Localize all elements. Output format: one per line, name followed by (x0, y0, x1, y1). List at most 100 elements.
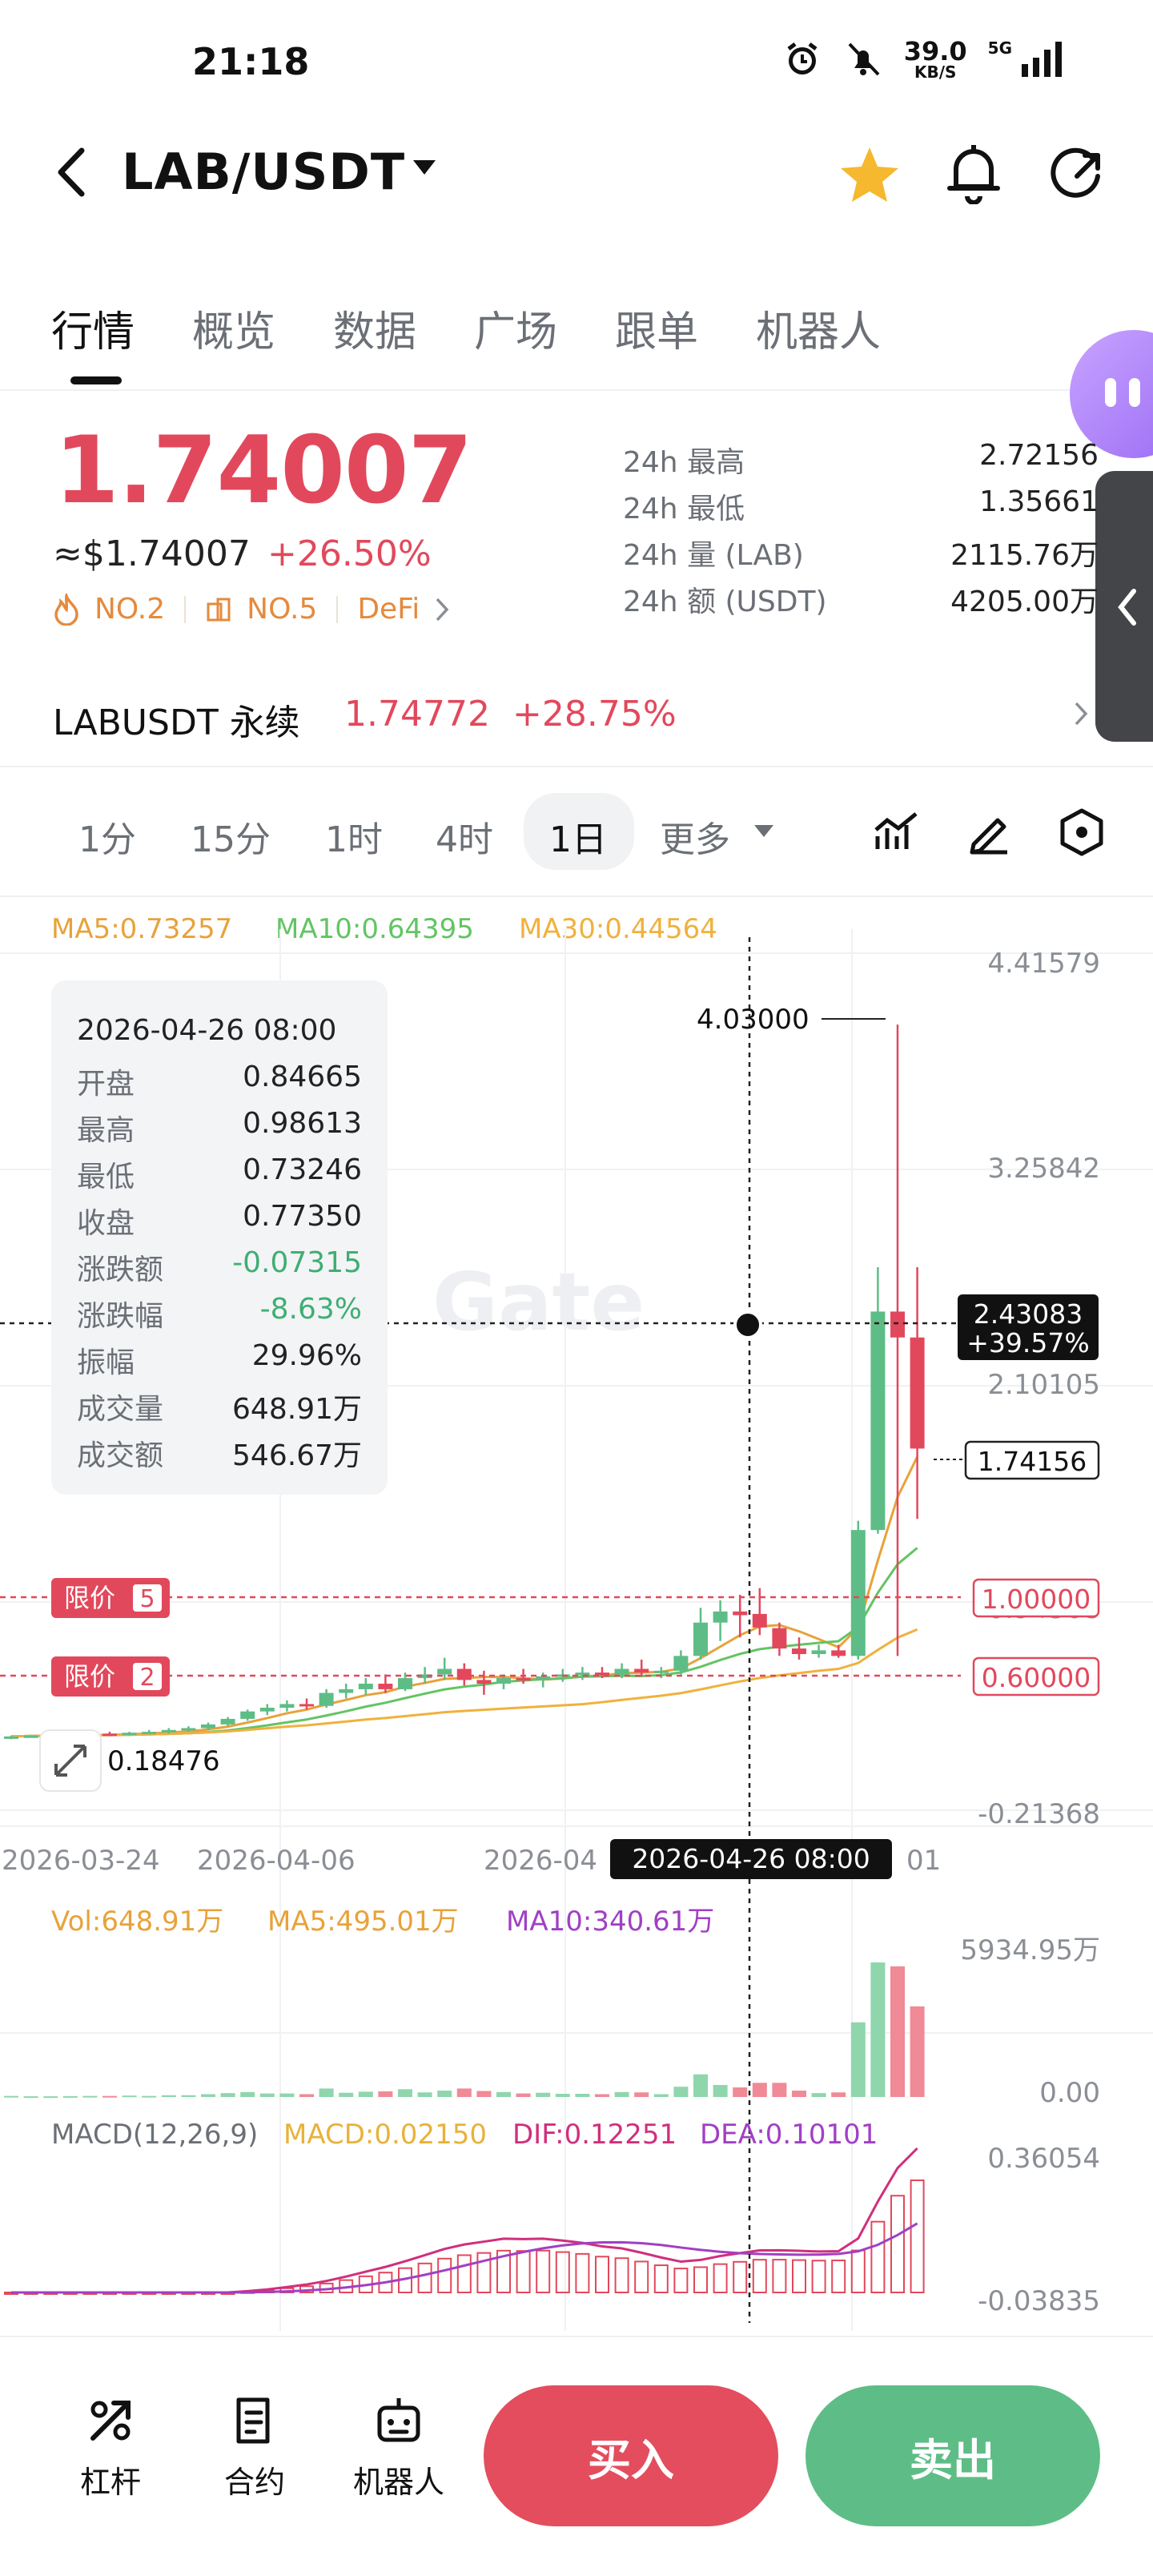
candle-body (319, 1693, 334, 1706)
status-time: 21:18 (192, 40, 310, 83)
chevron-left-icon (1118, 589, 1136, 626)
candle-body (575, 1672, 590, 1676)
tooltip-value: 0.77350 (243, 1200, 362, 1233)
macd-bar (516, 2250, 531, 2294)
volume-bar (161, 2095, 176, 2097)
date-axis-label: 2026-04 (484, 1845, 597, 1877)
interval-1d[interactable]: 1日 (549, 811, 607, 862)
volume-bar (890, 1966, 905, 2097)
candle-body (850, 1530, 866, 1656)
tab-active-indicator (70, 376, 122, 384)
volume-bar (102, 2095, 117, 2098)
settings-hexagon-icon[interactable] (1059, 807, 1105, 857)
nav-label: 杠杆 (79, 2465, 141, 2500)
star-icon[interactable] (838, 143, 902, 207)
pair-title[interactable]: LAB/USDT (122, 143, 405, 201)
volume-bar (772, 2083, 787, 2097)
interval-15m[interactable]: 15分 (191, 811, 271, 862)
macd-bar (792, 2259, 806, 2294)
volume-bar (575, 2094, 590, 2097)
volume-bar (910, 2006, 925, 2097)
draw-pen-icon[interactable] (966, 809, 1012, 855)
dea-legend: DEA:0.10101 (700, 2119, 878, 2151)
nav-bot[interactable]: 机器人 (335, 2395, 463, 2502)
tab-overview[interactable]: 概览 (192, 298, 275, 358)
volume-bars (4, 1962, 925, 2099)
side-panel-toggle[interactable] (1095, 471, 1153, 742)
order-tag-1[interactable]: 限价 5 (51, 1578, 170, 1618)
volume-bar (437, 2091, 452, 2097)
interval-1h[interactable]: 1时 (325, 811, 383, 862)
candle-body (653, 1670, 669, 1673)
volume-bar (792, 2091, 806, 2097)
candle-body (713, 1611, 728, 1623)
macd-bar (890, 2195, 905, 2294)
candle-body (476, 1680, 492, 1684)
perpetual-change: +28.75% (512, 694, 677, 735)
macd-bar (673, 2268, 689, 2294)
stat-value-low: 1.35661 (979, 485, 1099, 518)
divider (0, 389, 1153, 391)
perpetual-name[interactable]: LABUSDT 永续 (53, 694, 300, 745)
tooltip-row: 成交额 546.67万 (77, 1432, 362, 1474)
volume-bar (516, 2093, 531, 2097)
tab-market[interactable]: 行情 (51, 298, 135, 358)
sell-button[interactable]: 卖出 (805, 2385, 1100, 2526)
macd-bar (536, 2249, 551, 2293)
macd-bar (634, 2260, 649, 2294)
watermark-text: Gate (432, 1255, 645, 1349)
chevron-right-icon[interactable] (1073, 700, 1089, 727)
tooltip-key: 最高 (77, 1114, 135, 1147)
contract-icon (236, 2397, 270, 2444)
indicator-icon[interactable] (873, 809, 919, 855)
order-tag-count: 2 (139, 1664, 155, 1692)
price-axis-label: 4.41579 (987, 948, 1100, 980)
macd-bar (870, 2220, 886, 2294)
interval-1m[interactable]: 1分 (78, 811, 136, 862)
more-caret-icon[interactable] (754, 825, 773, 837)
buy-button[interactable]: 买入 (484, 2385, 778, 2526)
candle-body (240, 1711, 255, 1719)
category-tag[interactable]: DeFi (357, 593, 420, 626)
date-axis-label: 2026-04-06 (197, 1845, 356, 1877)
volume-bar (220, 2093, 235, 2097)
crosshair-dot (733, 1310, 762, 1339)
back-icon[interactable] (48, 144, 96, 200)
separator (336, 595, 339, 623)
nav-label: 机器人 (352, 2465, 444, 2500)
high-marker-label: 4.03000 (697, 1004, 810, 1036)
tab-copy-trade[interactable]: 跟单 (615, 298, 698, 358)
macd-bar (811, 2260, 826, 2293)
nav-leverage[interactable]: 杠杆 (46, 2395, 175, 2502)
tab-data[interactable]: 数据 (333, 298, 416, 358)
candle-body (595, 1672, 609, 1676)
signal-label: 5G (987, 38, 1012, 58)
order-tag-2[interactable]: 限价 2 (51, 1656, 170, 1697)
change-percent: +26.50% (267, 533, 432, 574)
pair-dropdown-icon[interactable] (413, 160, 436, 175)
share-icon[interactable] (1045, 143, 1107, 205)
vol-ma10-legend: MA10:340.61万 (506, 1906, 714, 1938)
interval-more[interactable]: 更多 (660, 811, 730, 862)
nav-contract[interactable]: 合约 (191, 2395, 319, 2502)
candle-body (496, 1678, 511, 1684)
stat-label-amount: 24h 额 (USDT) (623, 586, 827, 618)
rank-row: NO.2 NO.5 DeFi (53, 593, 450, 626)
candle-body (398, 1678, 412, 1689)
bell-icon[interactable] (945, 140, 1002, 204)
volume-bar (279, 2093, 295, 2097)
volume-bar (181, 2095, 196, 2097)
tab-bots[interactable]: 机器人 (756, 298, 881, 358)
macd-bar (456, 2254, 472, 2294)
volume-bar (752, 2083, 767, 2097)
rank-hot[interactable]: NO.2 (94, 593, 165, 626)
expand-chart-button[interactable] (39, 1729, 102, 1792)
volume-bar (595, 2094, 609, 2097)
tab-square[interactable]: 广场 (474, 298, 557, 358)
bubble-eye (1129, 378, 1140, 407)
flame-icon (54, 593, 78, 626)
rank-sector[interactable]: NO.5 (247, 593, 317, 626)
tooltip-row: 振幅 29.96% (77, 1339, 362, 1381)
volume-bar (811, 2093, 826, 2097)
interval-4h[interactable]: 4时 (436, 811, 493, 862)
